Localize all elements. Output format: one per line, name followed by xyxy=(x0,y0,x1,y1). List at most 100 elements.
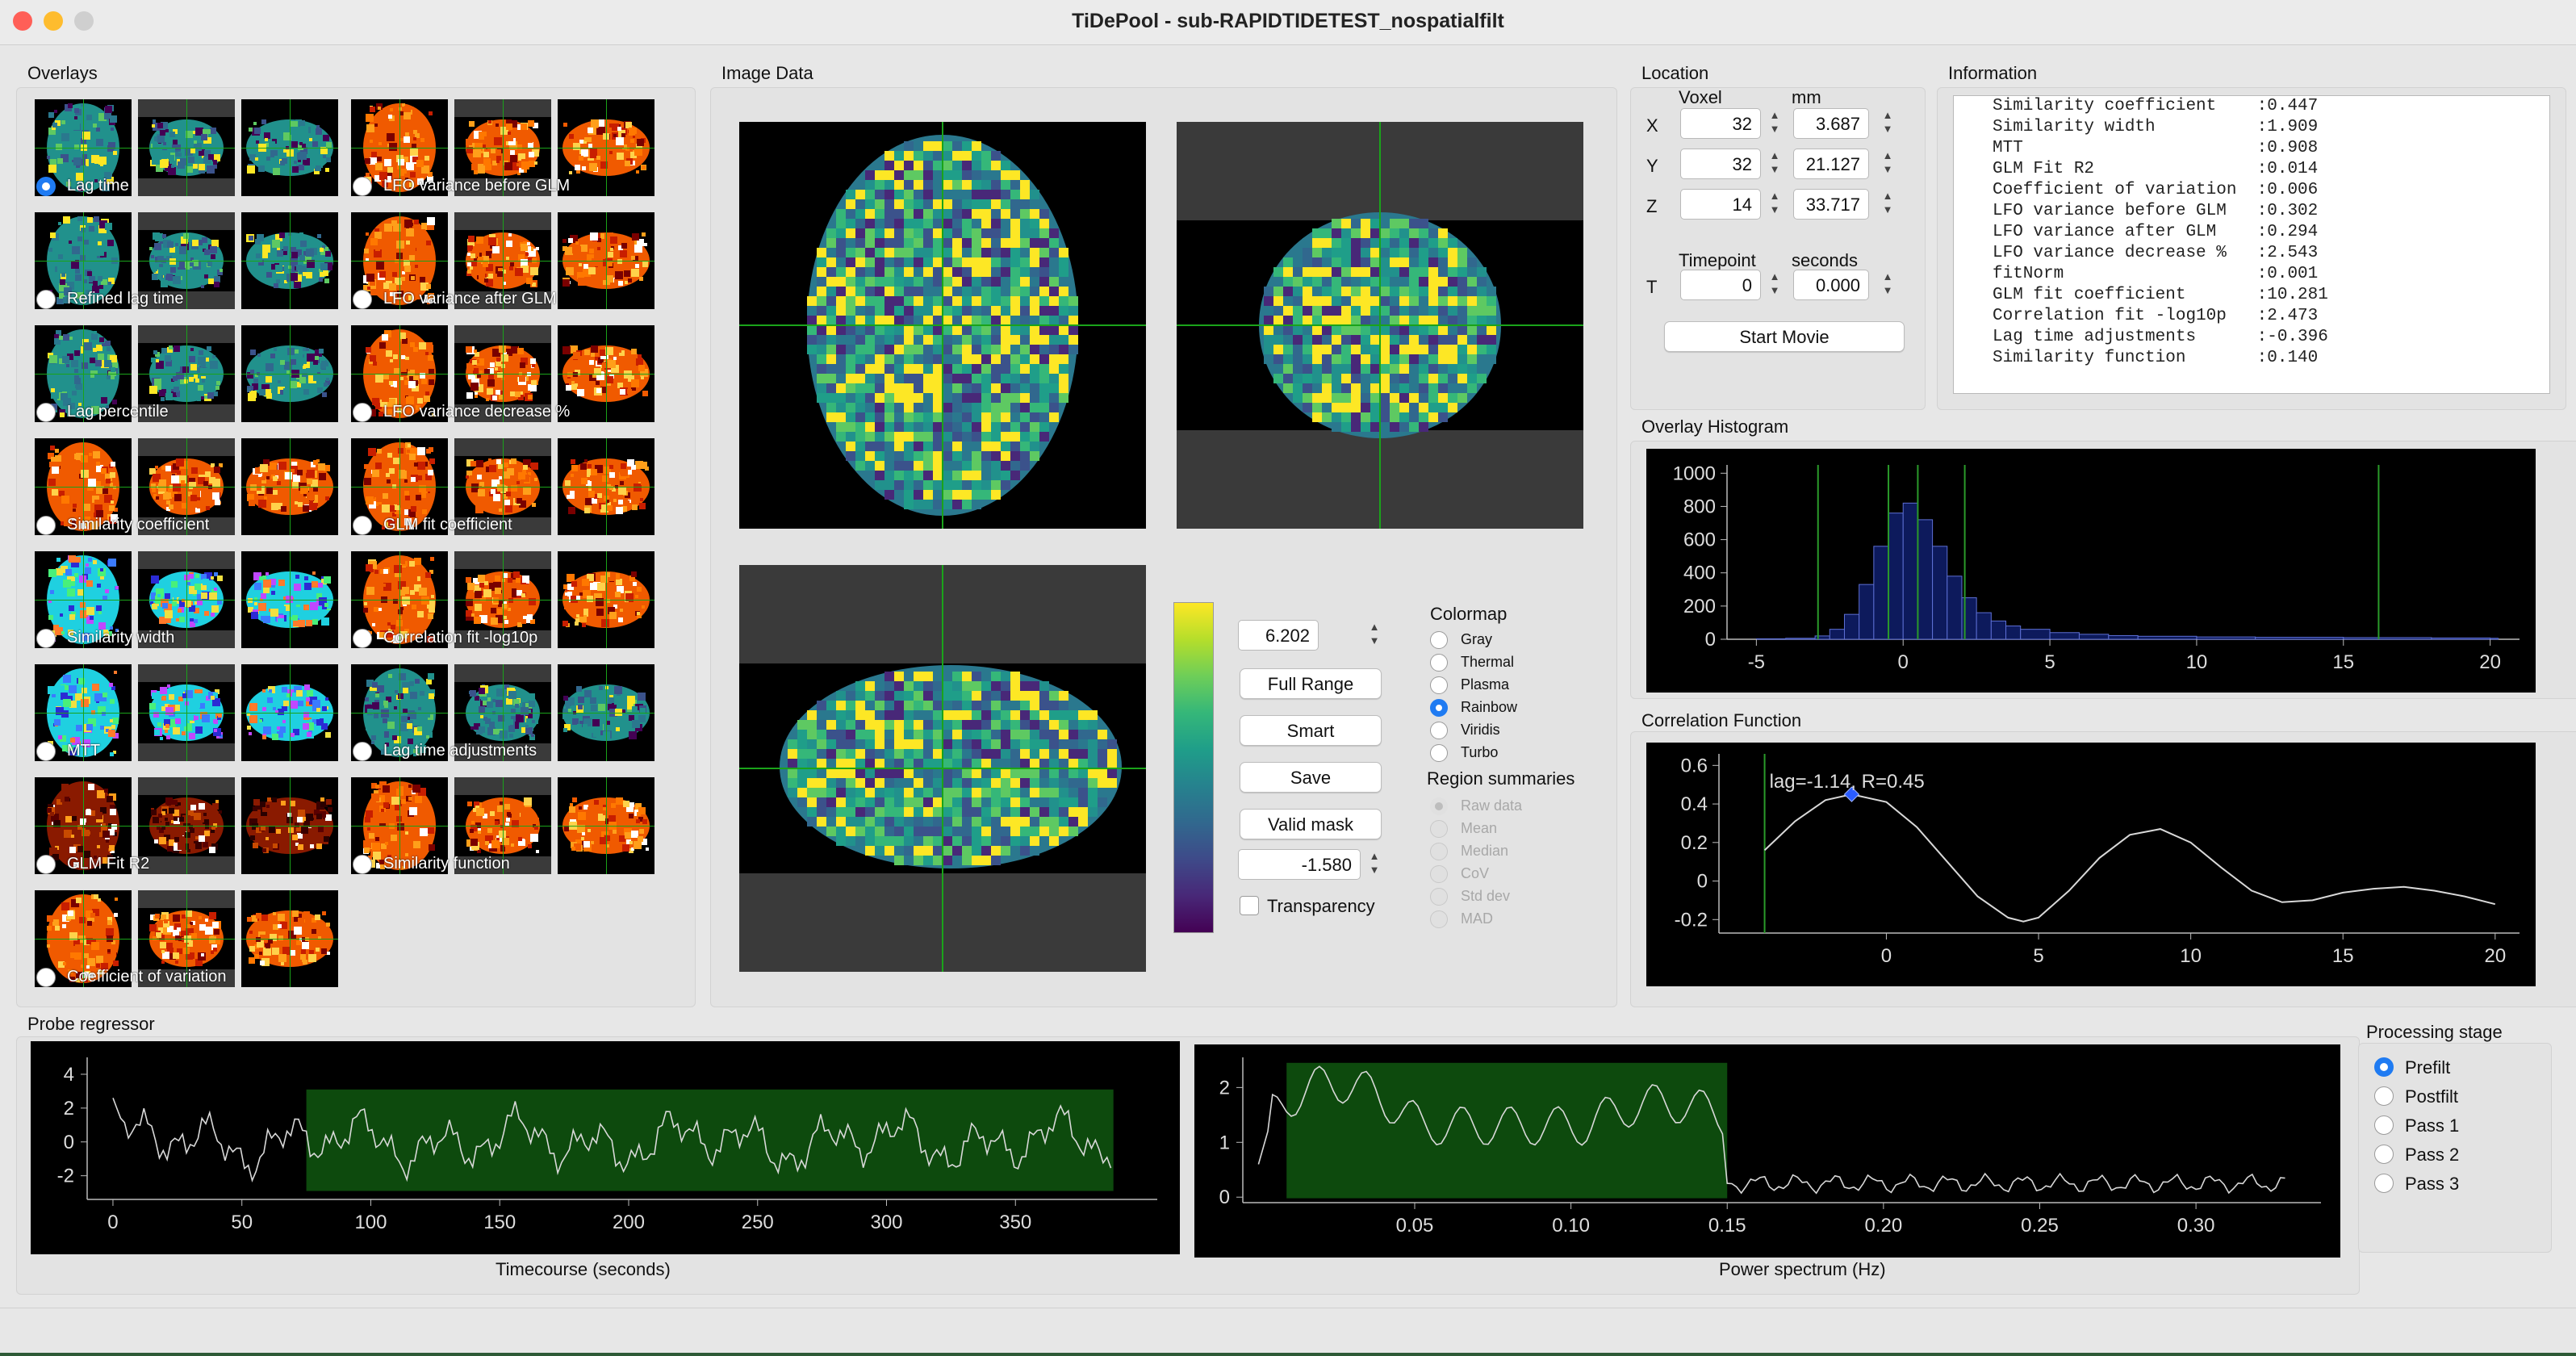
voxel xyxy=(1020,325,1030,335)
overlay-sagittal-thumb[interactable] xyxy=(558,325,654,422)
voxel xyxy=(1020,345,1030,354)
voxel xyxy=(316,814,322,819)
voxel xyxy=(1341,422,1351,432)
overlay-label: Refined lag time xyxy=(67,290,184,308)
overlay-radio[interactable] xyxy=(353,290,372,309)
overlay-radio[interactable] xyxy=(353,629,372,648)
voxel xyxy=(105,589,109,593)
voxel xyxy=(923,248,933,257)
overlay-coronal-thumb[interactable] xyxy=(138,664,235,761)
voxel xyxy=(596,609,604,616)
voxel xyxy=(268,127,274,132)
voxel xyxy=(388,115,392,119)
overlay-radio[interactable] xyxy=(353,516,372,535)
overlay-sagittal-thumb[interactable] xyxy=(558,664,654,761)
overlay-radio[interactable] xyxy=(353,855,372,874)
voxel xyxy=(894,701,904,710)
voxel xyxy=(952,335,962,345)
voxel xyxy=(875,730,884,739)
overlay-sagittal-thumb[interactable] xyxy=(558,438,654,535)
overlay-sagittal-thumb[interactable] xyxy=(241,325,338,422)
overlay-sagittal-thumb[interactable] xyxy=(241,777,338,874)
voxel xyxy=(169,808,174,814)
voxel xyxy=(99,285,103,289)
overlay-sagittal-thumb[interactable] xyxy=(558,212,654,309)
voxel xyxy=(364,249,369,253)
voxel xyxy=(914,768,923,778)
overlay-radio[interactable] xyxy=(36,403,56,422)
voxel xyxy=(400,138,404,141)
voxel xyxy=(894,759,904,768)
voxel xyxy=(1059,364,1068,374)
voxel xyxy=(1409,364,1419,374)
voxel xyxy=(271,503,278,510)
sagittal-view[interactable] xyxy=(739,565,1146,972)
voxel xyxy=(1341,219,1351,228)
voxel xyxy=(591,469,597,475)
voxel xyxy=(48,479,56,486)
voxel xyxy=(618,617,623,622)
overlay-sagittal-thumb[interactable] xyxy=(558,99,654,196)
voxel xyxy=(933,161,943,170)
overlay-label: LFO variance after GLM xyxy=(383,290,557,308)
overlay-radio[interactable] xyxy=(353,177,372,196)
voxel xyxy=(69,337,73,340)
overlay-sagittal-thumb[interactable] xyxy=(241,99,338,196)
overlay-radio[interactable] xyxy=(36,629,56,648)
voxel xyxy=(1361,422,1370,432)
overlay-coronal-thumb[interactable] xyxy=(138,99,235,196)
voxel xyxy=(855,442,865,451)
voxel xyxy=(826,277,836,287)
voxel xyxy=(807,778,817,788)
voxel xyxy=(569,171,572,174)
voxel xyxy=(981,442,991,451)
voxel xyxy=(836,287,846,296)
voxel xyxy=(1001,739,1010,749)
overlay-sagittal-thumb[interactable] xyxy=(558,551,654,648)
overlay-radio[interactable] xyxy=(353,403,372,422)
coronal-view[interactable] xyxy=(1177,122,1583,529)
overlay-radio[interactable] xyxy=(353,742,372,761)
voxel xyxy=(884,238,894,248)
voxel xyxy=(904,412,914,422)
voxel xyxy=(1380,403,1390,412)
voxel xyxy=(1001,199,1010,209)
overlay-radio[interactable] xyxy=(36,855,56,874)
overlay-coronal-thumb[interactable] xyxy=(138,777,235,874)
overlay-radio[interactable] xyxy=(36,290,56,309)
voxel xyxy=(981,209,991,219)
voxel xyxy=(1419,412,1428,422)
overlay-sagittal-thumb[interactable] xyxy=(241,664,338,761)
voxel xyxy=(1010,364,1020,374)
voxel xyxy=(220,269,223,272)
voxel xyxy=(962,759,972,768)
voxel xyxy=(379,342,386,349)
voxel xyxy=(1390,296,1399,306)
voxel xyxy=(156,496,159,500)
voxel xyxy=(292,166,299,173)
overlay-sagittal-thumb[interactable] xyxy=(241,890,338,987)
voxel xyxy=(1341,238,1351,248)
voxel xyxy=(1049,759,1059,768)
overlay-radio[interactable] xyxy=(36,742,56,761)
overlay-radio[interactable] xyxy=(36,968,56,987)
axial-view[interactable] xyxy=(739,122,1146,529)
overlay-sagittal-thumb[interactable] xyxy=(558,777,654,874)
voxel xyxy=(1390,393,1399,403)
overlay-sagittal-thumb[interactable] xyxy=(241,438,338,535)
overlay-radio[interactable] xyxy=(36,516,56,535)
voxel xyxy=(211,613,215,617)
voxel xyxy=(426,714,430,718)
voxel xyxy=(306,814,313,821)
voxel xyxy=(923,316,933,325)
voxel xyxy=(489,465,496,472)
overlays-panel: Lag time LFO variance before GLM Refined l… xyxy=(16,87,696,1007)
overlay-radio[interactable] xyxy=(36,177,56,196)
voxel xyxy=(1030,354,1039,364)
voxel xyxy=(943,451,952,461)
voxel xyxy=(63,675,71,683)
overlay-sagittal-thumb[interactable] xyxy=(241,212,338,309)
overlay-sagittal-thumb[interactable] xyxy=(241,551,338,648)
voxel xyxy=(1390,335,1399,345)
crosshair-h xyxy=(35,374,132,375)
